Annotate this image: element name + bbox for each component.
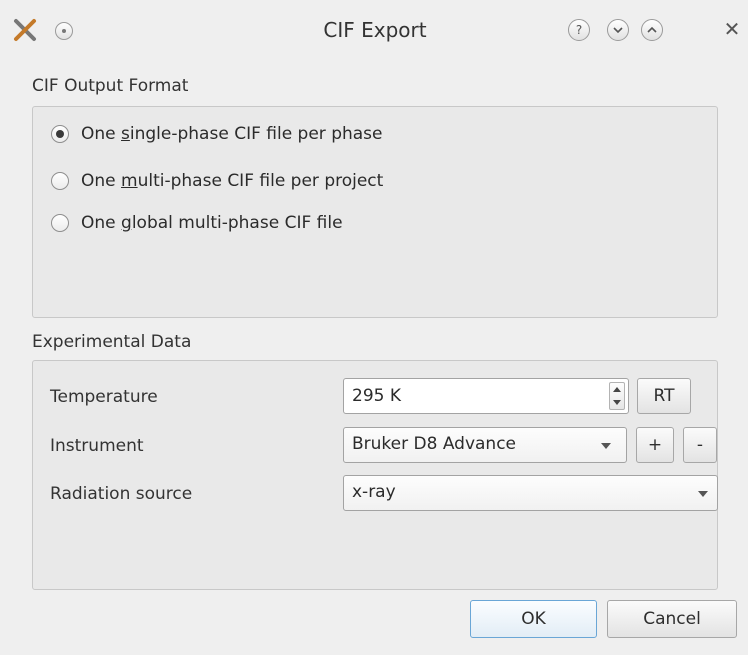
chevron-down-icon[interactable] (601, 443, 611, 449)
radio-button-checked[interactable] (51, 125, 69, 143)
temperature-spinbox[interactable]: 295 K (343, 378, 629, 414)
radio-label-multi-phase: One multi-phase CIF file per project (81, 171, 384, 191)
add-instrument-button[interactable]: + (636, 427, 674, 463)
close-icon[interactable]: ✕ (721, 18, 743, 40)
temperature-label: Temperature (50, 387, 158, 407)
sticky-icon[interactable] (55, 22, 73, 40)
radiation-source-combobox[interactable]: x-ray (343, 475, 718, 511)
rt-button[interactable]: RT (637, 378, 691, 414)
ok-button[interactable]: OK (470, 600, 597, 638)
spin-arrows-icon[interactable] (609, 382, 625, 410)
experimental-data-label: Experimental Data (32, 332, 192, 352)
chevron-down-icon[interactable] (698, 491, 708, 497)
instrument-value: Bruker D8 Advance (352, 434, 517, 454)
radio-single-phase[interactable]: One single-phase CIF file per phase (51, 124, 383, 144)
minimize-icon[interactable] (607, 19, 629, 41)
temperature-value[interactable]: 295 K (352, 386, 401, 406)
radio-global-multi-phase[interactable]: One global multi-phase CIF file (51, 213, 343, 233)
maximize-icon[interactable] (641, 19, 663, 41)
cancel-button[interactable]: Cancel (607, 600, 737, 638)
app-x-icon[interactable] (13, 18, 37, 42)
instrument-label: Instrument (50, 436, 144, 456)
radiation-source-label: Radiation source (50, 484, 193, 504)
instrument-combobox[interactable]: Bruker D8 Advance (343, 427, 627, 463)
radio-multi-phase-project[interactable]: One multi-phase CIF file per project (51, 171, 383, 191)
radio-label-single-phase: One single-phase CIF file per phase (81, 124, 383, 144)
output-format-group: One single-phase CIF file per phase One … (32, 106, 718, 318)
radio-label-global: One global multi-phase CIF file (81, 213, 343, 233)
window-title: CIF Export (323, 18, 427, 42)
radio-button[interactable] (51, 172, 69, 190)
help-icon[interactable]: ? (568, 19, 590, 41)
title-bar[interactable]: CIF Export ? ✕ (0, 0, 748, 62)
remove-instrument-button[interactable]: - (683, 427, 717, 463)
radio-button[interactable] (51, 214, 69, 232)
radiation-source-value: x-ray (352, 482, 396, 502)
output-format-label: CIF Output Format (32, 76, 189, 96)
